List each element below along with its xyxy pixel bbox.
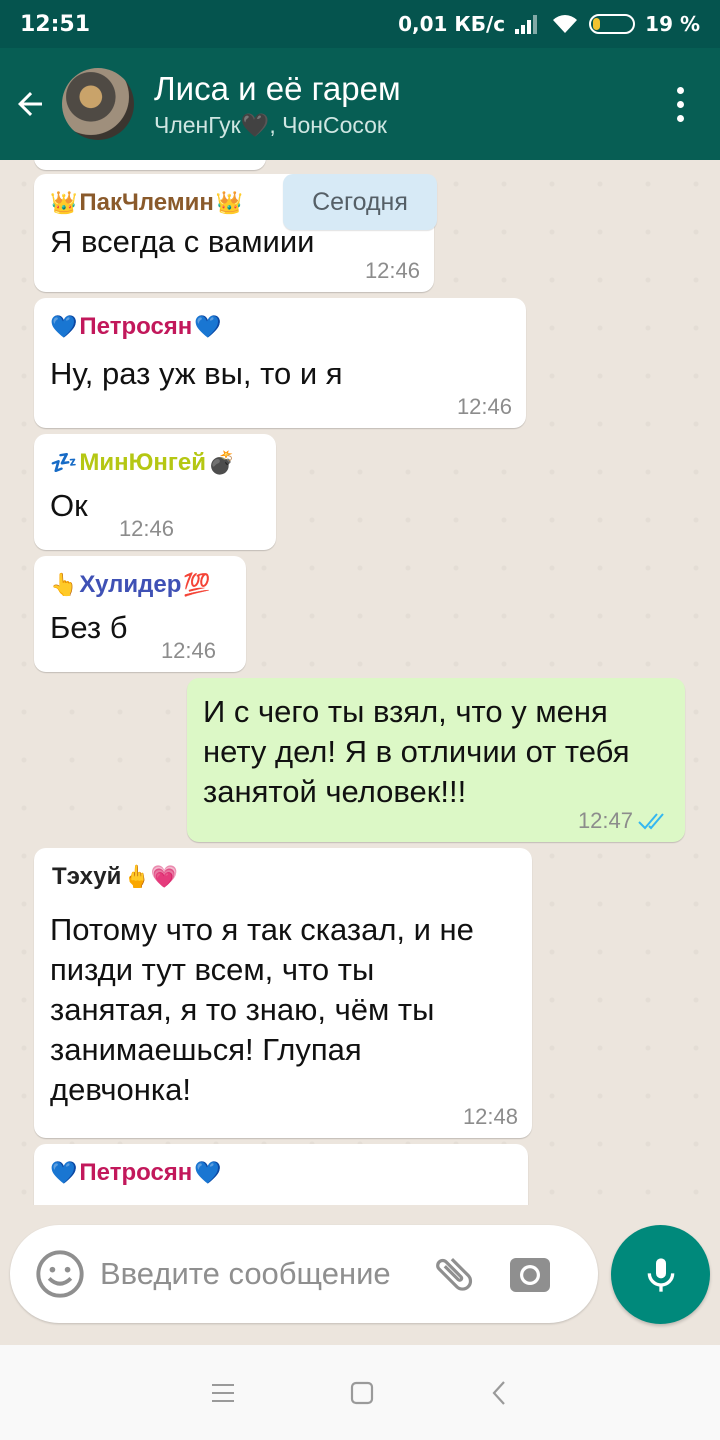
sender-name: Петросян: [79, 313, 193, 340]
message-text: И с чего ты взял, что у меня нету дел! Я…: [203, 694, 630, 809]
message-text: Ну, раз уж вы, то и я: [50, 356, 343, 391]
message-time: 12:46: [160, 638, 216, 663]
chat-header: Лиса и её гарем ЧленГук🖤, ЧонСосок: [0, 48, 720, 160]
sender-emoji: 💙: [194, 1160, 222, 1185]
message-time: 12:46: [456, 394, 512, 419]
date-chip: Сегодня: [283, 174, 437, 230]
message-bubble[interactable]: 💤 МинЮнгей 💣 Ок 12:46: [34, 434, 276, 550]
chat-title: Лиса и её гарем: [154, 69, 401, 107]
message-bubble-partial: [34, 160, 266, 170]
back-arrow-icon: [18, 92, 42, 116]
sender-name: Хулидер: [79, 571, 182, 598]
sender-emoji: 💙: [194, 314, 222, 339]
message-bubble-outgoing[interactable]: И с чего ты взял, что у меня нету дел! Я…: [187, 678, 685, 842]
sender-emoji: 💙: [50, 1160, 78, 1185]
signal-icon: [515, 14, 541, 34]
more-vert-icon: [676, 86, 684, 94]
sender-name: Петросян: [79, 1159, 193, 1186]
message-sender: 👆 Хулидер 💯: [50, 570, 230, 600]
battery-icon: [589, 14, 636, 34]
network-speed: 0,01 КБ/с: [398, 12, 506, 36]
sender-emoji: 💯: [183, 572, 211, 597]
wifi-icon: [553, 15, 578, 33]
message-time: 12:48: [462, 1104, 518, 1129]
sender-emoji: 👑: [50, 190, 78, 215]
message-bubble[interactable]: 💙 Петросян 💙 Ну, раз уж вы, то и я 12:46: [34, 298, 526, 428]
sender-emoji: 👑: [215, 190, 244, 215]
back-triangle-icon[interactable]: [486, 1378, 512, 1408]
menu-lines-icon[interactable]: [208, 1380, 238, 1406]
message-text: Потому что я так сказал, и не пизди тут …: [50, 912, 474, 1107]
status-indicators: 0,01 КБ/с 19 %: [398, 12, 700, 36]
sender-emoji: 💣: [208, 450, 236, 475]
message-list[interactable]: 👑 ПакЧлемин 👑 Я всегда с вамиии 12:46 Се…: [0, 160, 720, 1205]
status-time: 12:51: [20, 11, 91, 37]
message-sender: 💙 Петросян 💙: [50, 1158, 512, 1188]
battery-level: [593, 18, 601, 30]
attach-icon[interactable]: [430, 1250, 478, 1298]
message-time: 12:46: [118, 516, 174, 541]
voice-record-button[interactable]: [611, 1225, 710, 1324]
sender-emoji: 🖕💗: [123, 864, 179, 889]
status-bar: 12:51 0,01 КБ/с 19 %: [0, 0, 720, 48]
back-button[interactable]: [0, 74, 60, 134]
group-avatar[interactable]: [62, 68, 134, 140]
sender-emoji: 💙: [50, 314, 78, 339]
compose-box: [10, 1225, 598, 1323]
message-bubble[interactable]: 💙 Петросян 💙: [34, 1144, 528, 1205]
sender-name: ПакЧлемин: [79, 189, 214, 216]
more-options-button[interactable]: [650, 74, 710, 134]
camera-icon[interactable]: [506, 1250, 554, 1298]
chat-members: ЧленГук🖤, ЧонСосок: [154, 111, 387, 138]
double-check-icon: [638, 813, 664, 830]
message-time: 12:46: [364, 258, 420, 283]
message-sender: Тэхуй 🖕💗: [50, 862, 516, 892]
mic-icon: [647, 1257, 674, 1292]
emoji-icon[interactable]: [34, 1248, 86, 1300]
message-bubble[interactable]: 👆 Хулидер 💯 Без б 12:46: [34, 556, 246, 672]
battery-percent: 19 %: [645, 12, 700, 36]
sender-emoji: 👆: [50, 572, 78, 597]
message-sender: 💙 Петросян 💙: [50, 312, 510, 342]
sender-name: Тэхуй: [52, 863, 122, 890]
sender-emoji: 💤: [50, 450, 78, 475]
message-input[interactable]: [100, 1256, 430, 1292]
compose-bar: [0, 1205, 720, 1345]
sender-name: МинЮнгей: [79, 449, 206, 476]
message-sender: 💤 МинЮнгей 💣: [50, 448, 260, 478]
chat-title-area[interactable]: Лиса и её гарем ЧленГук🖤, ЧонСосок: [154, 70, 650, 139]
system-nav-bar: [0, 1345, 720, 1440]
message-bubble[interactable]: Тэхуй 🖕💗 Потому что я так сказал, и не п…: [34, 848, 532, 1138]
message-time: 12:47: [578, 808, 671, 834]
square-icon[interactable]: [348, 1379, 376, 1407]
